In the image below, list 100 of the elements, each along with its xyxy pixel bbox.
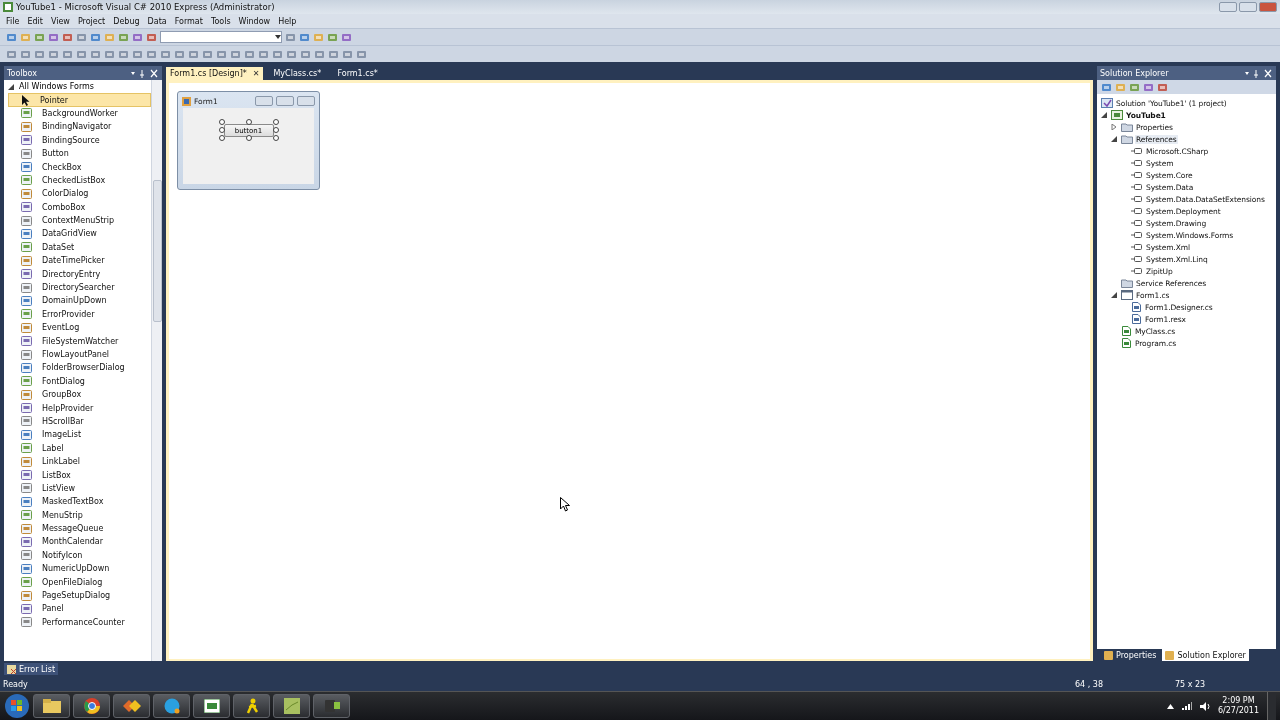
toolbox-item[interactable]: FileSystemWatcher — [8, 334, 151, 348]
toolbar-icon[interactable] — [104, 48, 115, 60]
toolbar-icon[interactable] — [20, 31, 31, 43]
toolbox-item[interactable]: ColorDialog — [8, 187, 151, 201]
resize-handle[interactable] — [245, 135, 252, 141]
toolbox-item[interactable]: FontDialog — [8, 374, 151, 388]
app-taskbar-button[interactable] — [113, 694, 150, 718]
toolbar-icon[interactable] — [76, 48, 87, 60]
signal-icon[interactable] — [1181, 702, 1192, 710]
document-tab[interactable]: Form1.cs* — [333, 67, 392, 80]
runner-taskbar-button[interactable] — [233, 694, 270, 718]
toolbar-icon[interactable] — [244, 48, 255, 60]
ide-taskbar-button[interactable] — [193, 694, 230, 718]
toolbox-item[interactable]: FolderBrowserDialog — [8, 361, 151, 375]
toolbar-icon[interactable] — [132, 48, 143, 60]
toolbox-item[interactable]: PerformanceCounter — [8, 615, 151, 629]
minimize-button[interactable] — [255, 96, 273, 106]
toolbox-item[interactable]: PageSetupDialog — [8, 588, 151, 603]
toolbox-item[interactable]: CheckedListBox — [8, 173, 151, 188]
toolbox-item[interactable]: BackgroundWorker — [8, 106, 151, 121]
close-tab-icon[interactable]: ✕ — [252, 69, 260, 78]
toolbox-item[interactable]: LinkLabel — [8, 454, 151, 469]
toolbox-item[interactable]: Panel — [8, 602, 151, 616]
expanded-arrow-icon[interactable] — [1111, 292, 1117, 298]
toolbox-item[interactable]: Button — [8, 146, 151, 161]
toolbox-item[interactable]: NotifyIcon — [8, 548, 151, 563]
toolbox-item[interactable]: ListBox — [8, 468, 151, 482]
toolbar-icon[interactable] — [132, 31, 143, 43]
toolbox-item[interactable]: Pointer — [8, 93, 151, 107]
toolbar-icon[interactable] — [216, 48, 227, 60]
toolbox-item[interactable]: NumericUpDown — [8, 562, 151, 576]
toolbar-icon[interactable] — [328, 48, 339, 60]
folder-taskbar-button[interactable] — [33, 694, 70, 718]
chat-taskbar-button[interactable] — [153, 694, 190, 718]
toolbar-icon[interactable] — [341, 31, 352, 43]
toolbar-icon[interactable] — [286, 48, 297, 60]
toolbox-item[interactable]: BindingSource — [8, 133, 151, 147]
toolbox-item[interactable]: MenuStrip — [8, 508, 151, 522]
menu-item[interactable]: Data — [143, 16, 171, 26]
toolbar-icon[interactable] — [34, 31, 45, 43]
toolbar-icon[interactable] — [272, 48, 283, 60]
toolbar-icon[interactable] — [342, 48, 353, 60]
menu-item[interactable]: Help — [274, 16, 301, 26]
toolbox-item[interactable]: MessageQueue — [8, 521, 151, 536]
toolbar-icon[interactable] — [118, 48, 129, 60]
menu-item[interactable]: Debug — [109, 16, 144, 26]
toolbox-item[interactable]: FlowLayoutPanel — [8, 347, 151, 362]
toolbox-item[interactable]: ErrorProvider — [8, 307, 151, 322]
toolbox-item[interactable]: DirectoryEntry — [8, 267, 151, 281]
toolbar-icon[interactable] — [6, 31, 17, 43]
minimize-button[interactable] — [1219, 2, 1237, 12]
toolbar-icon[interactable] — [1143, 81, 1154, 93]
toolbar-icon[interactable] — [1115, 81, 1126, 93]
toolbar-icon[interactable] — [104, 31, 115, 43]
toolbar-icon[interactable] — [160, 48, 171, 60]
toolbar-icon[interactable] — [146, 31, 157, 43]
collapsed-arrow-icon[interactable] — [1111, 124, 1117, 130]
toolbox-item[interactable]: Label — [8, 441, 151, 455]
menu-item[interactable]: View — [46, 16, 74, 26]
toolbar-icon[interactable] — [300, 48, 311, 60]
toolbar-icon[interactable] — [76, 31, 87, 43]
toolbar-icon[interactable] — [118, 31, 129, 43]
toolbar-icon[interactable] — [299, 31, 310, 43]
toolbox-item[interactable]: DirectorySearcher — [8, 280, 151, 295]
menu-item[interactable]: Edit — [23, 16, 47, 26]
panel-buttons-icon[interactable] — [129, 68, 159, 78]
toolbox-item[interactable]: MonthCalendar — [8, 535, 151, 549]
show-desktop-button[interactable] — [1267, 692, 1276, 720]
toolbox-item[interactable]: ListView — [8, 481, 151, 496]
toolbar-icon[interactable] — [202, 48, 213, 60]
panel-buttons-icon[interactable] — [1243, 68, 1273, 78]
toolbox-item[interactable]: DomainUpDown — [8, 294, 151, 308]
toolbar-icon[interactable] — [230, 48, 241, 60]
clock[interactable]: 2:09 PM 6/27/2011 — [1217, 696, 1259, 716]
start-button[interactable] — [4, 693, 30, 719]
toolbox-item[interactable]: DateTimePicker — [8, 254, 151, 268]
toolbar-icon[interactable] — [1129, 81, 1140, 93]
close-button[interactable] — [1259, 2, 1277, 12]
toolbar-icon[interactable] — [146, 48, 157, 60]
toolbox-item[interactable]: ContextMenuStrip — [8, 213, 151, 228]
camera-taskbar-button[interactable] — [313, 694, 350, 718]
toolbox-item[interactable]: HScrollBar — [8, 414, 151, 429]
tray-arrow-icon[interactable] — [1166, 703, 1174, 709]
toolbox-item[interactable]: CheckBox — [8, 160, 151, 174]
menu-item[interactable]: Project — [73, 16, 110, 26]
volume-icon[interactable] — [1199, 701, 1210, 711]
resize-handle[interactable] — [245, 119, 252, 125]
expanded-arrow-icon[interactable] — [1111, 136, 1117, 142]
toolbox-item[interactable]: MaskedTextBox — [8, 495, 151, 509]
expanded-arrow-icon[interactable] — [8, 83, 14, 90]
toolbar-icon[interactable] — [1101, 81, 1112, 93]
toolbox-item[interactable]: BindingNavigator — [8, 120, 151, 134]
document-tab[interactable]: MyClass.cs* — [269, 67, 328, 80]
toolbox-item[interactable]: OpenFileDialog — [8, 575, 151, 589]
toolbox-item[interactable]: EventLog — [8, 321, 151, 335]
toolbar-icon[interactable] — [1157, 81, 1168, 93]
toolbar-icon[interactable] — [34, 48, 45, 60]
panel-tab[interactable]: Properties — [1101, 649, 1160, 661]
toolbox-item[interactable]: ComboBox — [8, 200, 151, 214]
menu-item[interactable]: Window — [234, 16, 275, 26]
